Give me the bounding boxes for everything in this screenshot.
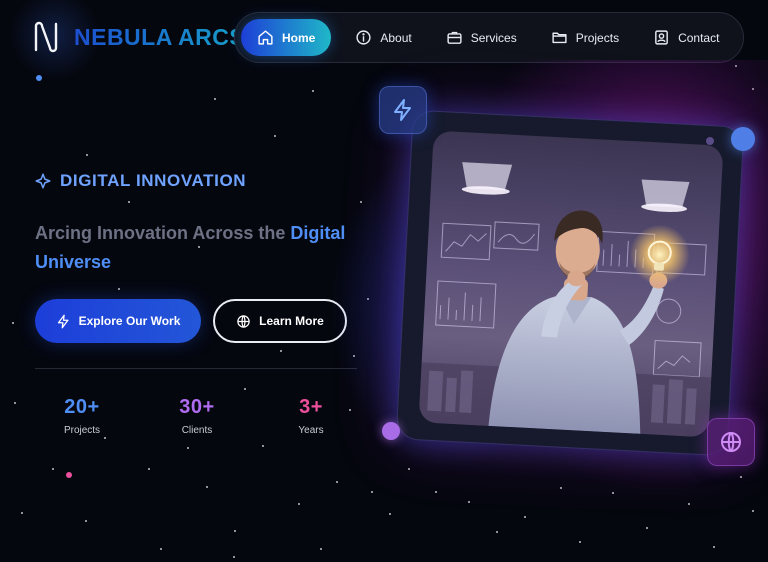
hero-photo bbox=[418, 130, 724, 438]
learn-more-label: Learn More bbox=[259, 314, 324, 328]
star bbox=[524, 516, 526, 518]
star bbox=[435, 491, 437, 493]
globe-icon bbox=[237, 314, 250, 328]
star bbox=[579, 541, 581, 543]
star bbox=[496, 531, 498, 533]
star bbox=[389, 513, 391, 515]
sparkle-icon bbox=[35, 173, 51, 189]
nav-item-contact[interactable]: Contact bbox=[639, 19, 733, 56]
bolt-badge bbox=[379, 86, 427, 134]
star bbox=[612, 492, 614, 494]
contact-icon bbox=[655, 30, 668, 45]
hero-tagline: DIGITAL INNOVATION bbox=[34, 171, 246, 191]
hero-headline: Arcing Innovation Across the Digital Uni… bbox=[35, 219, 355, 277]
globe-icon bbox=[721, 432, 741, 452]
explore-our-work-button[interactable]: Explore Our Work bbox=[35, 299, 201, 343]
star bbox=[280, 350, 282, 352]
info-icon bbox=[356, 30, 371, 45]
nav-item-projects[interactable]: Projects bbox=[537, 19, 633, 56]
tagline-text: DIGITAL INNOVATION bbox=[60, 171, 247, 190]
nav-label-about: About bbox=[380, 30, 412, 45]
star bbox=[713, 546, 715, 548]
stats-divider bbox=[35, 368, 357, 369]
stat-label: Clients bbox=[181, 425, 213, 436]
star bbox=[320, 548, 322, 550]
star bbox=[646, 527, 648, 529]
star bbox=[128, 201, 130, 203]
nav-label-contact: Contact bbox=[678, 30, 720, 45]
decor-dot bbox=[382, 422, 400, 440]
star bbox=[86, 154, 88, 156]
briefcase-icon bbox=[447, 31, 462, 44]
star bbox=[274, 135, 276, 137]
star bbox=[234, 530, 236, 532]
stat-value: 20+ bbox=[64, 396, 100, 418]
learn-more-button[interactable]: Learn More bbox=[213, 299, 347, 343]
star bbox=[118, 288, 120, 290]
star bbox=[688, 503, 690, 505]
nav-label-projects: Projects bbox=[575, 30, 620, 45]
bolt-icon bbox=[57, 314, 69, 328]
brand-logo[interactable]: NEBULA ARCS bbox=[32, 20, 245, 54]
star bbox=[148, 468, 150, 470]
star bbox=[312, 90, 314, 92]
folder-icon bbox=[552, 32, 567, 44]
stat-projects: 20+ Projects bbox=[37, 396, 127, 436]
decor-dot bbox=[706, 137, 714, 145]
stat-clients: 30+ Clients bbox=[152, 396, 242, 436]
nav-label-home: Home bbox=[282, 30, 316, 45]
stat-label: Projects bbox=[63, 425, 101, 436]
star bbox=[752, 510, 754, 512]
star bbox=[336, 481, 338, 483]
star bbox=[468, 501, 470, 503]
star bbox=[85, 520, 87, 522]
star bbox=[371, 491, 373, 493]
star bbox=[298, 503, 300, 505]
star bbox=[206, 486, 208, 488]
headline-prefix: Arcing Innovation Across the bbox=[35, 223, 291, 243]
brand-name: NEBULA ARCS bbox=[74, 23, 246, 50]
bolt-icon bbox=[394, 99, 411, 121]
globe-badge bbox=[707, 418, 755, 466]
star bbox=[187, 447, 189, 449]
nav-item-about[interactable]: About bbox=[341, 19, 425, 56]
nav-item-services[interactable]: Services bbox=[432, 19, 531, 56]
decor-dot bbox=[731, 127, 755, 151]
star bbox=[52, 468, 54, 470]
star bbox=[104, 437, 106, 439]
decor-dot bbox=[36, 75, 42, 81]
star bbox=[262, 445, 264, 447]
stat-value: 30+ bbox=[179, 396, 215, 418]
star bbox=[214, 98, 216, 100]
star bbox=[160, 548, 162, 550]
nav-label-services: Services bbox=[470, 30, 517, 45]
main-nav: Home About Services Projects Contact bbox=[234, 12, 744, 63]
star bbox=[21, 512, 23, 514]
star bbox=[12, 322, 14, 324]
nav-item-home[interactable]: Home bbox=[241, 19, 332, 56]
logo-n-icon bbox=[34, 21, 58, 53]
explore-button-label: Explore Our Work bbox=[78, 314, 181, 328]
star bbox=[233, 556, 235, 558]
decor-dot bbox=[66, 472, 72, 478]
home-icon bbox=[258, 30, 273, 45]
hero-photo-illustration bbox=[418, 162, 712, 438]
star bbox=[14, 402, 16, 404]
star bbox=[244, 388, 246, 390]
